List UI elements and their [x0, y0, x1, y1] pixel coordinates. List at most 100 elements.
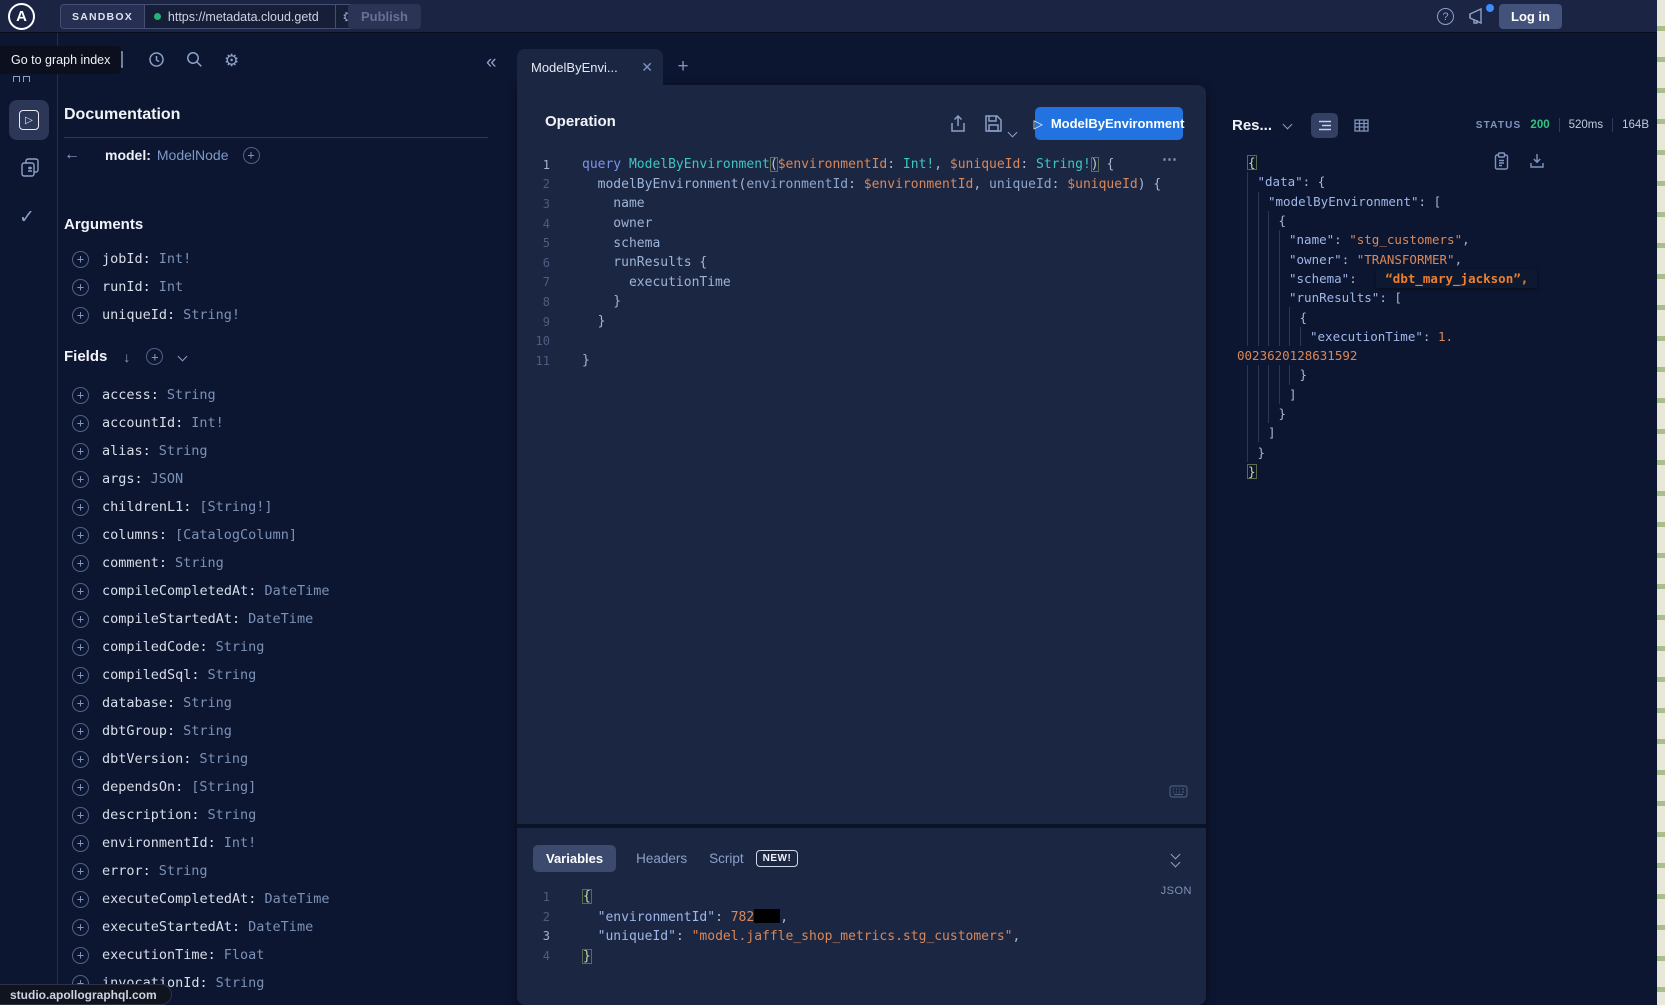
field-type[interactable]: String	[175, 555, 224, 571]
add-field-icon[interactable]: +	[72, 863, 89, 880]
field-name[interactable]: compileStartedAt:	[102, 611, 240, 627]
field-name[interactable]: compiledCode:	[102, 639, 208, 655]
graphql-editor[interactable]: 1query ModelByEnvironment($environmentId…	[517, 145, 1206, 824]
add-field-icon[interactable]: +	[72, 555, 89, 572]
field-name[interactable]: args:	[102, 471, 143, 487]
add-field-icon[interactable]: +	[72, 751, 89, 768]
field-type[interactable]: String	[216, 639, 265, 655]
apollo-logo[interactable]: A	[8, 3, 35, 30]
operation-tab[interactable]: ModelByEnvi... ✕	[517, 49, 663, 86]
add-field-icon[interactable]: +	[72, 443, 89, 460]
field-type[interactable]: String	[167, 387, 216, 403]
back-arrow-icon[interactable]: ←	[64, 146, 96, 164]
add-field-icon[interactable]: +	[72, 499, 89, 516]
add-field-icon[interactable]: +	[72, 583, 89, 600]
field-type[interactable]: String!	[183, 307, 240, 323]
field-name[interactable]: runId:	[102, 279, 151, 295]
field-name[interactable]: error:	[102, 863, 151, 879]
add-field-icon[interactable]: +	[72, 947, 89, 964]
field-name[interactable]: compiledSql:	[102, 667, 200, 683]
sort-down-icon[interactable]: ↓	[123, 349, 130, 365]
field-type[interactable]: [CatalogColumn]	[175, 527, 297, 543]
field-type[interactable]: String	[208, 667, 257, 683]
add-field-icon[interactable]: +	[72, 695, 89, 712]
graph-index-icon[interactable]	[13, 76, 30, 82]
share-icon[interactable]	[950, 115, 966, 133]
sidebar-item-checks[interactable]: ✓	[19, 206, 35, 229]
field-type[interactable]: Float	[224, 947, 265, 963]
keyboard-icon[interactable]	[1169, 785, 1188, 798]
list-view-toggle[interactable]	[1311, 113, 1338, 138]
add-field-icon[interactable]: +	[72, 251, 89, 268]
sidebar-item-explorer[interactable]: ▷	[9, 100, 49, 140]
field-type[interactable]: [String]	[191, 779, 256, 795]
field-type[interactable]: Int	[159, 279, 183, 295]
field-type[interactable]: String	[208, 807, 257, 823]
response-title[interactable]: Res...	[1232, 117, 1272, 134]
field-name[interactable]: description:	[102, 807, 200, 823]
close-icon[interactable]: ✕	[641, 59, 653, 76]
help-icon[interactable]: ?	[1437, 8, 1454, 25]
double-chevron-icon[interactable]	[1172, 851, 1179, 866]
tab-script[interactable]: Script	[707, 845, 746, 872]
run-operation-button[interactable]: ▷ ModelByEnvironment	[1035, 107, 1183, 140]
field-type[interactable]: String	[199, 751, 248, 767]
tab-variables[interactable]: Variables	[533, 845, 616, 872]
new-tab-button[interactable]: +	[672, 56, 694, 78]
field-type[interactable]: DateTime	[248, 611, 313, 627]
field-name[interactable]: jobId:	[102, 251, 151, 267]
field-name[interactable]: database:	[102, 695, 175, 711]
publish-button[interactable]: Publish	[348, 4, 421, 29]
field-name[interactable]: dependsOn:	[102, 779, 183, 795]
field-name[interactable]: childrenL1:	[102, 499, 191, 515]
field-name[interactable]: compileCompletedAt:	[102, 583, 256, 599]
field-name[interactable]: access:	[102, 387, 159, 403]
add-field-icon[interactable]: +	[72, 415, 89, 432]
save-icon[interactable]	[985, 115, 1002, 132]
field-name[interactable]: executeStartedAt:	[102, 919, 240, 935]
sidebar-item-schema[interactable]	[21, 158, 39, 177]
add-field-icon[interactable]: +	[72, 667, 89, 684]
field-type[interactable]: DateTime	[264, 891, 329, 907]
add-field-icon[interactable]: +	[72, 527, 89, 544]
field-type[interactable]: Int!	[159, 251, 192, 267]
add-field-icon[interactable]: +	[72, 639, 89, 656]
field-name[interactable]: executionTime:	[102, 947, 216, 963]
add-field-icon[interactable]: +	[72, 307, 89, 324]
field-type[interactable]: String	[159, 863, 208, 879]
field-type[interactable]: DateTime	[248, 919, 313, 935]
save-options-chevron-icon[interactable]	[1009, 123, 1016, 141]
endpoint-url-input[interactable]: https://metadata.cloud.getd	[145, 5, 335, 28]
add-field-icon[interactable]: +	[72, 779, 89, 796]
field-type[interactable]: String	[159, 443, 208, 459]
field-name[interactable]: environmentId:	[102, 835, 216, 851]
field-name[interactable]: executeCompletedAt:	[102, 891, 256, 907]
add-field-icon[interactable]: +	[72, 919, 89, 936]
megaphone-icon[interactable]	[1468, 7, 1488, 25]
response-dropdown-chevron-icon[interactable]	[1284, 115, 1291, 133]
add-circle-icon[interactable]: +	[243, 147, 260, 164]
add-field-icon[interactable]: +	[72, 611, 89, 628]
field-type[interactable]: Int!	[224, 835, 257, 851]
add-field-icon[interactable]: +	[72, 835, 89, 852]
field-name[interactable]: accountId:	[102, 415, 183, 431]
page-edge-scrollbar[interactable]	[1657, 0, 1665, 1005]
add-field-icon[interactable]: +	[72, 471, 89, 488]
field-type[interactable]: String	[183, 723, 232, 739]
field-name[interactable]: uniqueId:	[102, 307, 175, 323]
add-field-icon[interactable]: +	[72, 891, 89, 908]
add-field-icon[interactable]: +	[72, 279, 89, 296]
field-type[interactable]: Int!	[191, 415, 224, 431]
login-button[interactable]: Log in	[1499, 4, 1562, 29]
field-name[interactable]: comment:	[102, 555, 167, 571]
add-all-fields-icon[interactable]: +	[146, 348, 163, 365]
response-json[interactable]: {"data": {"modelByEnvironment": [{"name"…	[1237, 153, 1643, 481]
field-type[interactable]: String	[216, 975, 265, 991]
chevron-down-icon[interactable]	[178, 352, 188, 362]
field-type[interactable]: String	[183, 695, 232, 711]
table-view-toggle[interactable]	[1348, 113, 1375, 138]
more-dots-icon[interactable]: ⋯	[1162, 150, 1179, 168]
add-field-icon[interactable]: +	[72, 723, 89, 740]
add-field-icon[interactable]: +	[72, 387, 89, 404]
field-type[interactable]: [String!]	[199, 499, 272, 515]
